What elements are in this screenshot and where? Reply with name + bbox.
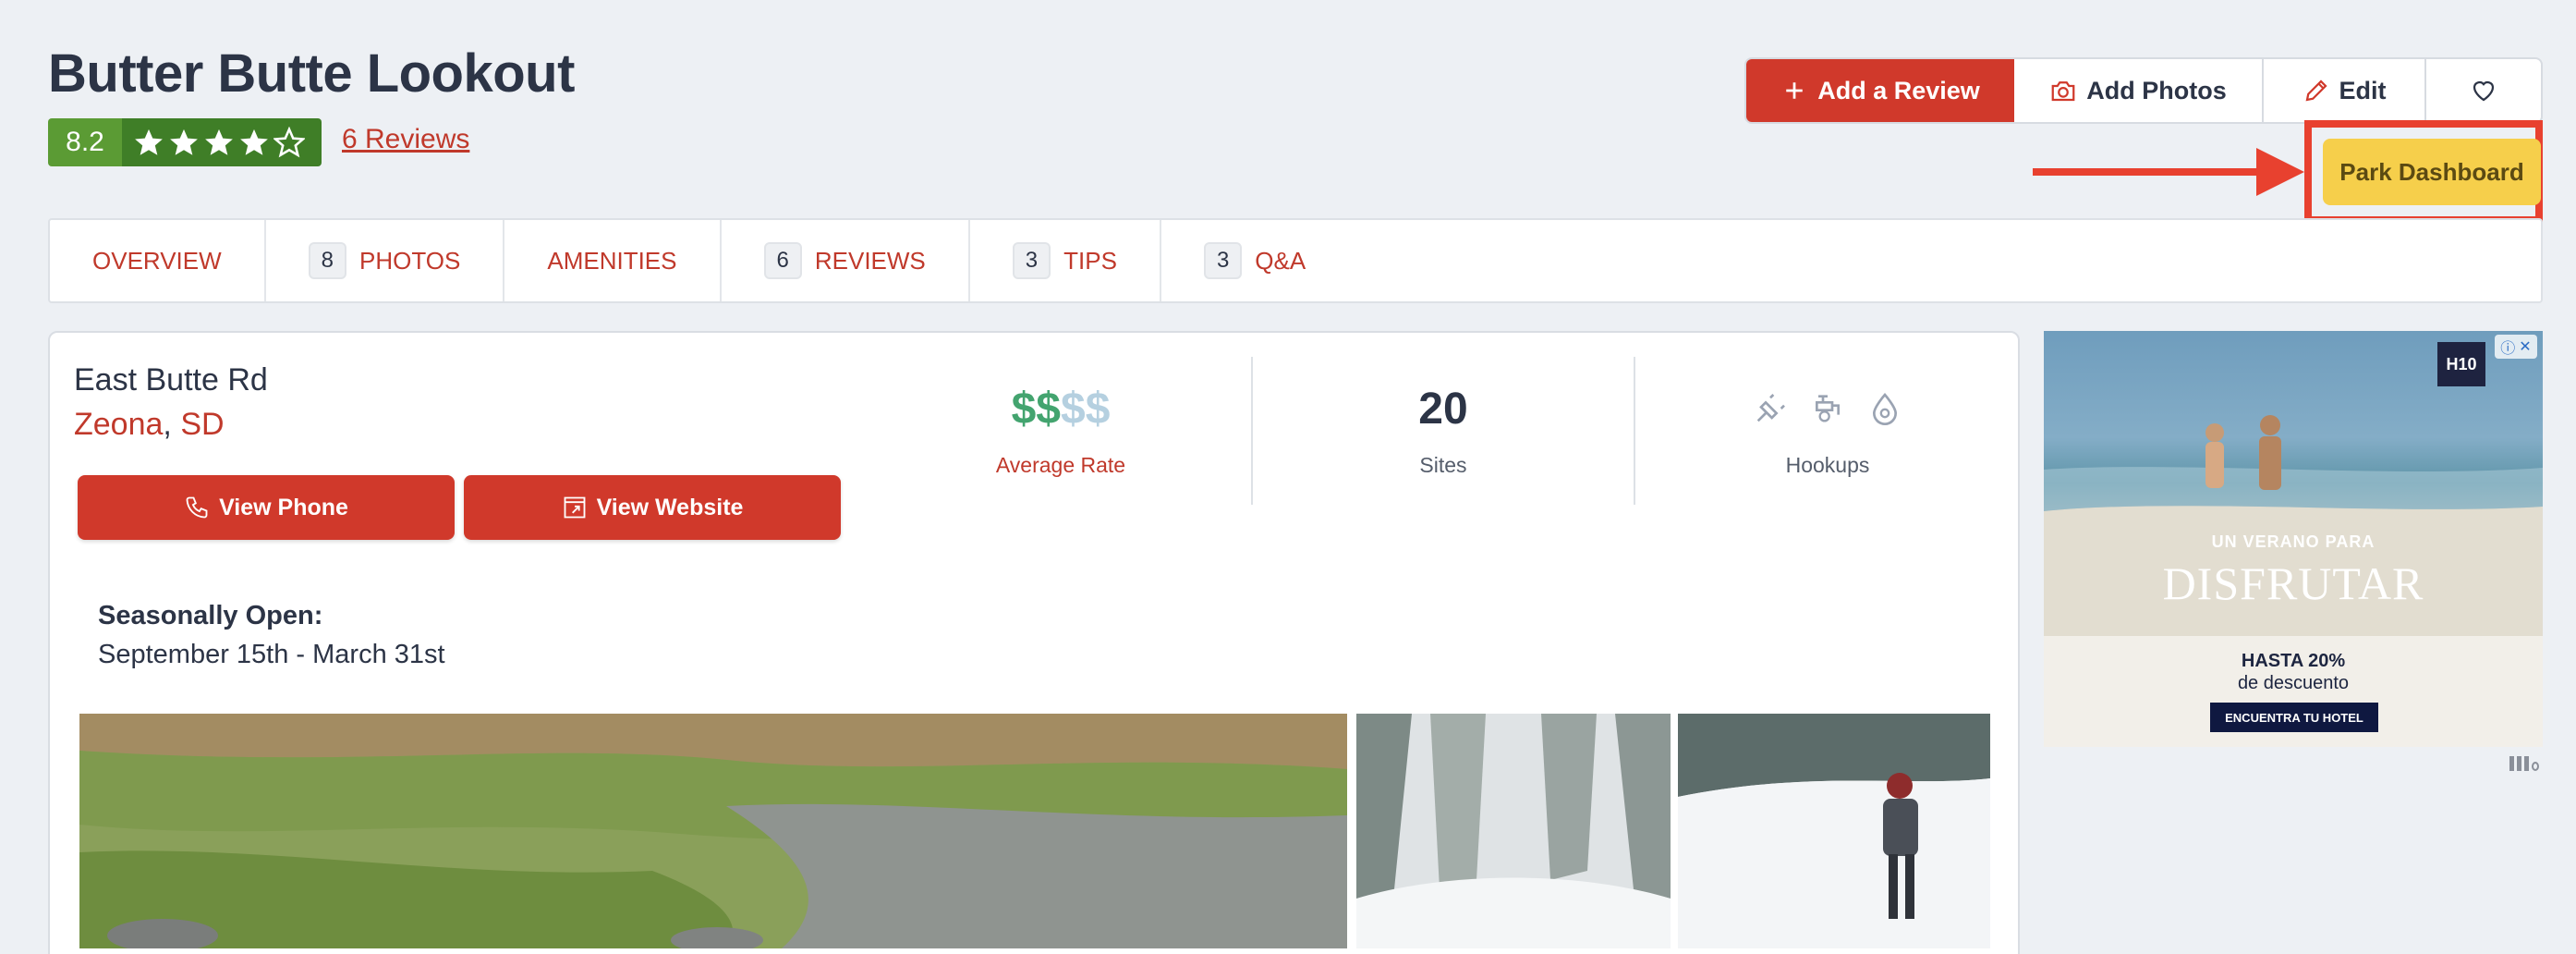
heart-icon bbox=[2473, 80, 2495, 102]
ad-choices[interactable]: ⓘ ✕ bbox=[2495, 335, 2537, 359]
ad-cta-button[interactable]: ENCUENTRA TU HOTEL bbox=[2210, 703, 2378, 732]
landscape-photo-image bbox=[79, 714, 1347, 948]
hookups-stat: Hookups bbox=[1689, 379, 1966, 478]
park-dashboard-button[interactable]: Park Dashboard bbox=[2323, 139, 2541, 205]
view-website-label: View Website bbox=[596, 494, 744, 520]
tab-label: PHOTOS bbox=[359, 246, 461, 275]
season-dates: September 15th - March 31st bbox=[98, 640, 445, 669]
info-icon[interactable]: ⓘ bbox=[2500, 336, 2515, 358]
ad-network-mark-icon bbox=[2509, 752, 2543, 771]
tab-label: TIPS bbox=[1063, 246, 1117, 275]
add-photos-label: Add Photos bbox=[2086, 76, 2227, 104]
tab-label: AMENITIES bbox=[547, 246, 677, 275]
water-faucet-icon bbox=[1816, 395, 1840, 422]
tab-count: 3 bbox=[1012, 242, 1051, 279]
tab-overview[interactable]: OVERVIEW bbox=[50, 220, 266, 301]
snow-hiker-photo-image bbox=[1678, 714, 1990, 948]
park-photo-secondary[interactable] bbox=[1356, 714, 1671, 948]
reviews-link[interactable]: 6 Reviews bbox=[342, 124, 469, 155]
page-title: Butter Butte Lookout bbox=[48, 43, 575, 104]
rating-stars bbox=[122, 118, 322, 166]
address-city-link[interactable]: Zeona bbox=[74, 407, 163, 442]
season-label: Seasonally Open: bbox=[98, 601, 323, 630]
add-photos-button[interactable]: Add Photos bbox=[2014, 59, 2264, 122]
ad-headline: DISFRUTAR bbox=[2162, 557, 2424, 609]
section-tabs: OVERVIEW 8 PHOTOS AMENITIES 6 REVIEWS 3 … bbox=[48, 218, 2543, 303]
rate-active: $$ bbox=[1011, 384, 1061, 434]
sites-label: Sites bbox=[1419, 453, 1467, 477]
electric-plug-icon bbox=[1756, 394, 1785, 422]
edit-button[interactable]: Edit bbox=[2264, 59, 2426, 122]
tab-photos[interactable]: 8 PHOTOS bbox=[266, 220, 505, 301]
add-review-label: Add a Review bbox=[1817, 76, 1980, 104]
tab-reviews[interactable]: 6 REVIEWS bbox=[722, 220, 970, 301]
star-full-icon bbox=[135, 128, 163, 155]
view-phone-label: View Phone bbox=[219, 494, 348, 520]
stat-divider bbox=[1634, 357, 1635, 505]
view-website-button[interactable]: View Website bbox=[464, 475, 841, 540]
ad-hotel-logo: H10 bbox=[2437, 342, 2485, 386]
favorite-button[interactable] bbox=[2426, 59, 2541, 122]
add-review-button[interactable]: Add a Review bbox=[1746, 59, 2014, 122]
ad-discount: HASTA 20% bbox=[2241, 651, 2346, 671]
tab-qa[interactable]: 3 Q&A bbox=[1161, 220, 1348, 301]
sewer-drop-icon bbox=[1872, 392, 1898, 425]
rate-inactive: $$ bbox=[1061, 384, 1111, 434]
park-photo-main[interactable] bbox=[79, 714, 1347, 948]
star-full-icon bbox=[205, 128, 233, 155]
action-button-group: Add a Review Add Photos Edit bbox=[1744, 57, 2543, 124]
tab-count: 6 bbox=[763, 242, 802, 279]
hookups-icons bbox=[1689, 379, 1966, 438]
star-full-icon bbox=[240, 128, 268, 155]
sites-value: 20 bbox=[1418, 384, 1468, 434]
average-rate-label: Average Rate bbox=[995, 453, 1126, 477]
ad-line1: UN VERANO PARA bbox=[2211, 532, 2376, 551]
stat-divider bbox=[1251, 357, 1253, 505]
tab-label: OVERVIEW bbox=[92, 246, 222, 275]
view-phone-button[interactable]: View Phone bbox=[78, 475, 455, 540]
hookups-label: Hookups bbox=[1785, 453, 1870, 477]
address-state-link[interactable]: SD bbox=[180, 407, 224, 442]
plus-icon bbox=[1786, 82, 1803, 99]
address-street: East Butte Rd bbox=[74, 362, 268, 398]
address-separator: , bbox=[163, 407, 172, 442]
camera-icon bbox=[2051, 81, 2075, 102]
pencil-icon bbox=[2305, 80, 2327, 102]
park-photo-tertiary[interactable] bbox=[1678, 714, 1990, 948]
phone-icon bbox=[186, 496, 208, 519]
snowy-forest-photo-image bbox=[1356, 714, 1671, 948]
sites-stat: 20 Sites bbox=[1305, 379, 1582, 478]
annotation-arrow-head bbox=[2256, 148, 2304, 196]
address-city-state: Zeona, SD bbox=[74, 407, 225, 443]
advertisement-banner[interactable]: H10 ⓘ ✕ UN VERANO PARA DISFRUTAR HASTA 2… bbox=[2044, 331, 2543, 747]
external-link-icon bbox=[564, 496, 585, 519]
annotation-arrow-line bbox=[2033, 168, 2266, 176]
tab-amenities[interactable]: AMENITIES bbox=[504, 220, 722, 301]
ad-discount-sub: de descuento bbox=[2237, 673, 2350, 693]
tab-label: REVIEWS bbox=[814, 246, 926, 275]
tab-count: 8 bbox=[308, 242, 347, 279]
tab-label: Q&A bbox=[1255, 246, 1306, 275]
average-rate-stat: $$ $$ Average Rate bbox=[922, 379, 1199, 478]
average-rate-value: $$ $$ bbox=[922, 379, 1199, 438]
rating-badge: 8.2 bbox=[48, 118, 322, 166]
close-icon[interactable]: ✕ bbox=[2519, 337, 2531, 356]
star-empty-icon bbox=[273, 127, 305, 158]
tab-count: 3 bbox=[1203, 242, 1243, 279]
tab-tips[interactable]: 3 TIPS bbox=[970, 220, 1161, 301]
rating-score: 8.2 bbox=[48, 118, 122, 166]
edit-label: Edit bbox=[2339, 76, 2387, 104]
star-full-icon bbox=[170, 128, 198, 155]
